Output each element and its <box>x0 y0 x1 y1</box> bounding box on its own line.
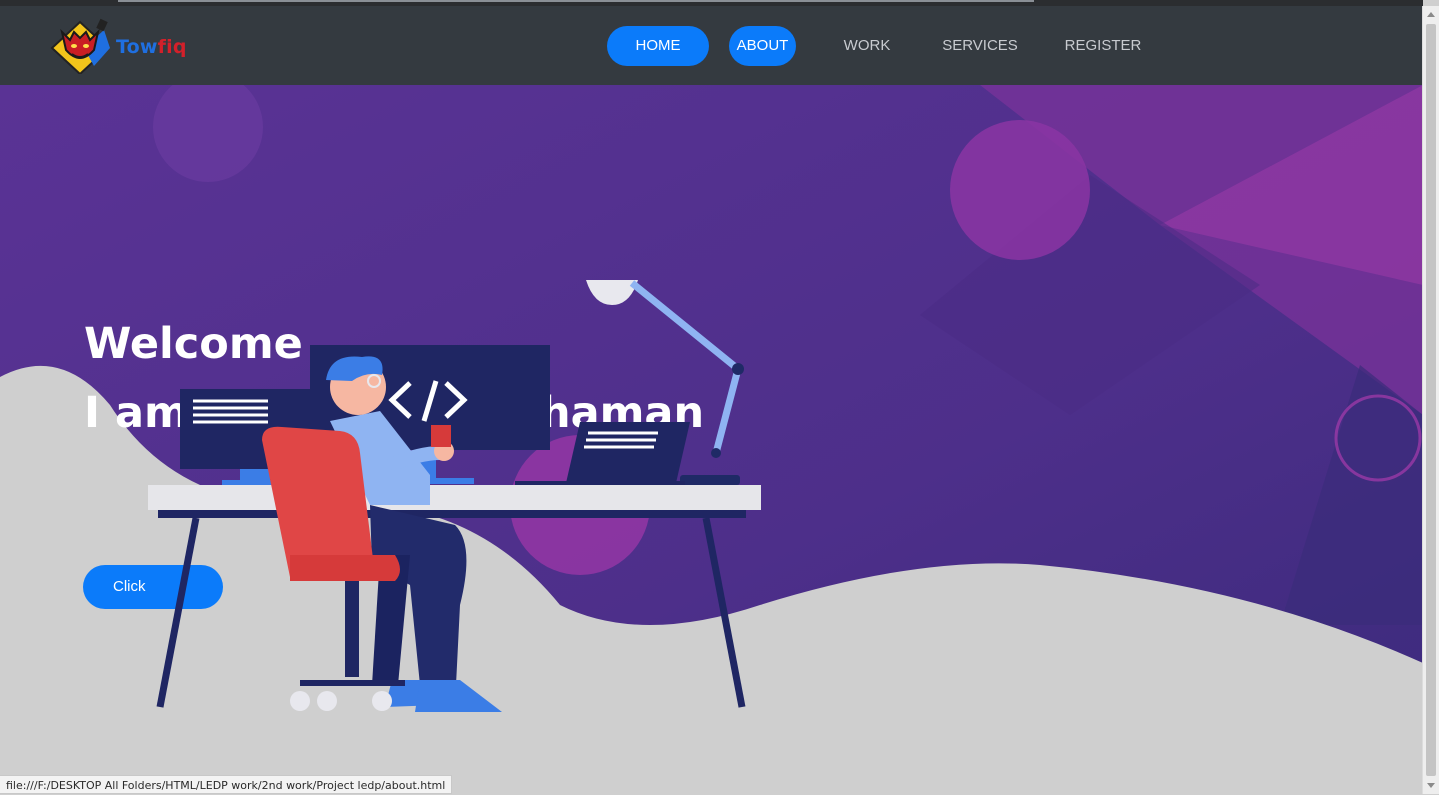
scroll-down-arrow-icon[interactable] <box>1427 783 1435 788</box>
status-bar-url: file:///F:/DESKTOP All Folders/HTML/LEDP… <box>0 775 453 794</box>
nav-register[interactable]: REGISTER <box>1061 26 1145 66</box>
brand-name-part1: Tow <box>116 36 158 58</box>
nav-about[interactable]: ABOUT <box>729 26 796 66</box>
nav-services[interactable]: SERVICES <box>937 26 1023 66</box>
scroll-up-arrow-icon[interactable] <box>1427 12 1435 17</box>
hero-section: Welcome I am haman Click <box>0 85 1423 794</box>
nav-home[interactable]: HOME <box>607 26 709 66</box>
scrollbar-thumb[interactable] <box>1426 24 1436 776</box>
brand-name-part2: fiq <box>157 36 187 58</box>
navbar: Towfiq HOME ABOUT WORK SERVICES REGISTER <box>0 6 1423 85</box>
vertical-scrollbar[interactable] <box>1422 6 1439 794</box>
brand-name[interactable]: Towfiq <box>116 36 187 58</box>
developer-at-desk-illustration <box>148 280 761 712</box>
nav-work[interactable]: WORK <box>831 26 903 66</box>
